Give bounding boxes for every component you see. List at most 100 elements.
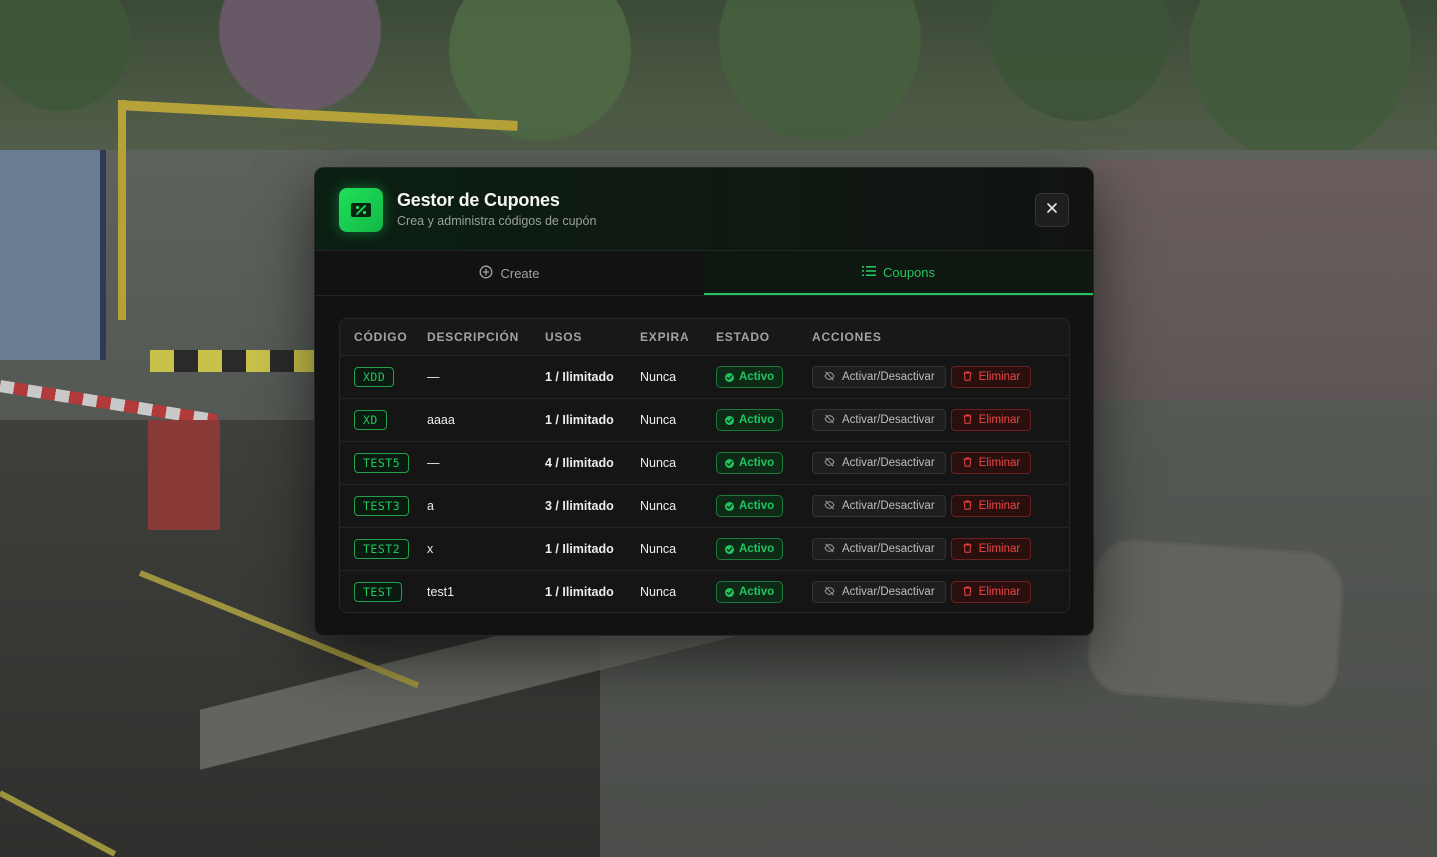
toggle-button[interactable]: Activar/Desactivar bbox=[812, 452, 946, 474]
table-header-row: CÓDIGO DESCRIPCIÓN USOS EXPIRA ESTADO AC… bbox=[340, 319, 1069, 356]
table-row: TEST5 — 4 / Ilimitado Nunca Activo Activ… bbox=[340, 441, 1069, 485]
actions-cell: Activar/Desactivar Eliminar bbox=[812, 571, 1069, 613]
coupon-code: TEST2 bbox=[354, 539, 410, 559]
status-label: Activo bbox=[739, 457, 775, 469]
table-row: XDD — 1 / Ilimitado Nunca Activo Activar… bbox=[340, 355, 1069, 399]
eye-off-icon bbox=[824, 585, 835, 599]
background-crosswalk bbox=[1090, 160, 1437, 400]
close-icon bbox=[1046, 201, 1058, 219]
toggle-button[interactable]: Activar/Desactivar bbox=[812, 581, 946, 603]
uses-cell: 1 / Ilimitado bbox=[545, 527, 640, 571]
background-booth bbox=[0, 150, 106, 360]
check-circle-icon bbox=[725, 415, 734, 425]
toggle-button-label: Activar/Desactivar bbox=[842, 371, 935, 383]
toggle-button[interactable]: Activar/Desactivar bbox=[812, 366, 946, 388]
delete-button[interactable]: Eliminar bbox=[950, 538, 1032, 560]
tab-bar: Create Coupons bbox=[315, 251, 1093, 296]
expires-cell: Nunca bbox=[640, 585, 677, 599]
status-cell: Activo bbox=[716, 355, 812, 399]
check-circle-icon bbox=[725, 372, 734, 382]
trash-icon bbox=[963, 500, 972, 513]
toggle-button-label: Activar/Desactivar bbox=[842, 457, 935, 469]
list-icon bbox=[861, 265, 876, 280]
toggle-button[interactable]: Activar/Desactivar bbox=[812, 409, 946, 431]
background-post bbox=[148, 420, 220, 530]
eye-off-icon bbox=[824, 413, 835, 427]
table-row: TEST3 a 3 / Ilimitado Nunca Activo Activ… bbox=[340, 484, 1069, 528]
coupons-table: CÓDIGO DESCRIPCIÓN USOS EXPIRA ESTADO AC… bbox=[339, 318, 1070, 613]
tab-coupons[interactable]: Coupons bbox=[704, 251, 1093, 295]
column-header-uses: USOS bbox=[545, 319, 640, 356]
status-label: Activo bbox=[739, 371, 775, 383]
eye-off-icon bbox=[824, 456, 835, 470]
background-pole bbox=[118, 100, 126, 320]
expires-cell: Nunca bbox=[640, 398, 716, 442]
code-cell: XDD bbox=[340, 355, 427, 399]
uses-cell: 1 / Ilimitado bbox=[545, 355, 640, 399]
tab-coupons-label: Coupons bbox=[882, 264, 936, 280]
uses-cell: 1 / Ilimitado bbox=[545, 585, 614, 599]
toggle-button[interactable]: Activar/Desactivar bbox=[812, 538, 946, 560]
actions-cell: Activar/Desactivar Eliminar bbox=[812, 398, 1069, 442]
status-label: Activo bbox=[739, 500, 775, 512]
toggle-button-label: Activar/Desactivar bbox=[842, 543, 935, 555]
status-badge: Activo bbox=[716, 409, 784, 431]
coupon-manager-modal: Gestor de Cupones Crea y administra códi… bbox=[314, 167, 1094, 636]
toggle-button[interactable]: Activar/Desactivar bbox=[812, 495, 946, 517]
toggle-button-label: Activar/Desactivar bbox=[842, 500, 935, 512]
status-badge: Activo bbox=[716, 581, 784, 603]
delete-button[interactable]: Eliminar bbox=[950, 581, 1032, 603]
description-cell: a bbox=[427, 484, 545, 528]
status-label: Activo bbox=[739, 543, 775, 555]
coupon-code: XD bbox=[354, 410, 387, 430]
tab-create-label: Create bbox=[500, 265, 540, 281]
status-badge: Activo bbox=[716, 452, 784, 474]
uses-cell: 3 / Ilimitado bbox=[545, 484, 640, 528]
toggle-button-label: Activar/Desactivar bbox=[842, 414, 935, 426]
description-cell: — bbox=[427, 355, 545, 399]
actions-cell: Activar/Desactivar Eliminar bbox=[812, 484, 1069, 528]
modal-subtitle: Crea y administra códigos de cupón bbox=[397, 214, 597, 228]
tab-create[interactable]: Create bbox=[315, 251, 704, 295]
check-circle-icon bbox=[725, 544, 734, 554]
delete-button-label: Eliminar bbox=[978, 414, 1021, 426]
status-cell: Activo bbox=[716, 571, 812, 613]
expires-cell: Nunca bbox=[640, 484, 716, 528]
status-cell: Activo bbox=[716, 441, 812, 485]
delete-button-label: Eliminar bbox=[978, 500, 1021, 512]
delete-button-label: Eliminar bbox=[978, 371, 1021, 383]
toggle-button-label: Activar/Desactivar bbox=[842, 586, 935, 598]
eye-off-icon bbox=[824, 499, 835, 513]
delete-button-label: Eliminar bbox=[978, 543, 1021, 555]
coupon-code: XDD bbox=[354, 367, 395, 387]
column-header-code: CÓDIGO bbox=[340, 319, 427, 356]
plus-circle-icon bbox=[479, 265, 493, 282]
table-row: XD aaaa 1 / Ilimitado Nunca Activo Activ… bbox=[340, 398, 1069, 442]
check-circle-icon bbox=[725, 501, 734, 511]
expires-cell: Nunca bbox=[640, 441, 716, 485]
status-badge: Activo bbox=[716, 538, 784, 560]
expires-cell: Nunca bbox=[640, 355, 716, 399]
delete-button[interactable]: Eliminar bbox=[950, 495, 1032, 517]
coupon-code: TEST bbox=[354, 582, 402, 602]
delete-button[interactable]: Eliminar bbox=[950, 366, 1032, 388]
status-badge: Activo bbox=[716, 495, 784, 517]
close-button[interactable] bbox=[1035, 193, 1069, 227]
actions-cell: Activar/Desactivar Eliminar bbox=[812, 355, 1069, 399]
background-stripes bbox=[150, 350, 320, 372]
delete-button[interactable]: Eliminar bbox=[950, 409, 1032, 431]
background-trees bbox=[0, 0, 1437, 150]
code-cell: XD bbox=[340, 398, 427, 442]
delete-button-label: Eliminar bbox=[978, 457, 1021, 469]
eye-off-icon bbox=[824, 370, 835, 384]
check-circle-icon bbox=[725, 587, 734, 597]
description-cell: aaaa bbox=[427, 398, 545, 442]
code-cell: TEST5 bbox=[340, 441, 427, 485]
delete-button[interactable]: Eliminar bbox=[950, 452, 1032, 474]
status-label: Activo bbox=[739, 414, 775, 426]
coupon-code: TEST3 bbox=[354, 496, 410, 516]
column-header-status: ESTADO bbox=[716, 319, 812, 356]
status-cell: Activo bbox=[716, 484, 812, 528]
code-cell: TEST2 bbox=[340, 527, 427, 571]
trash-icon bbox=[963, 371, 972, 384]
